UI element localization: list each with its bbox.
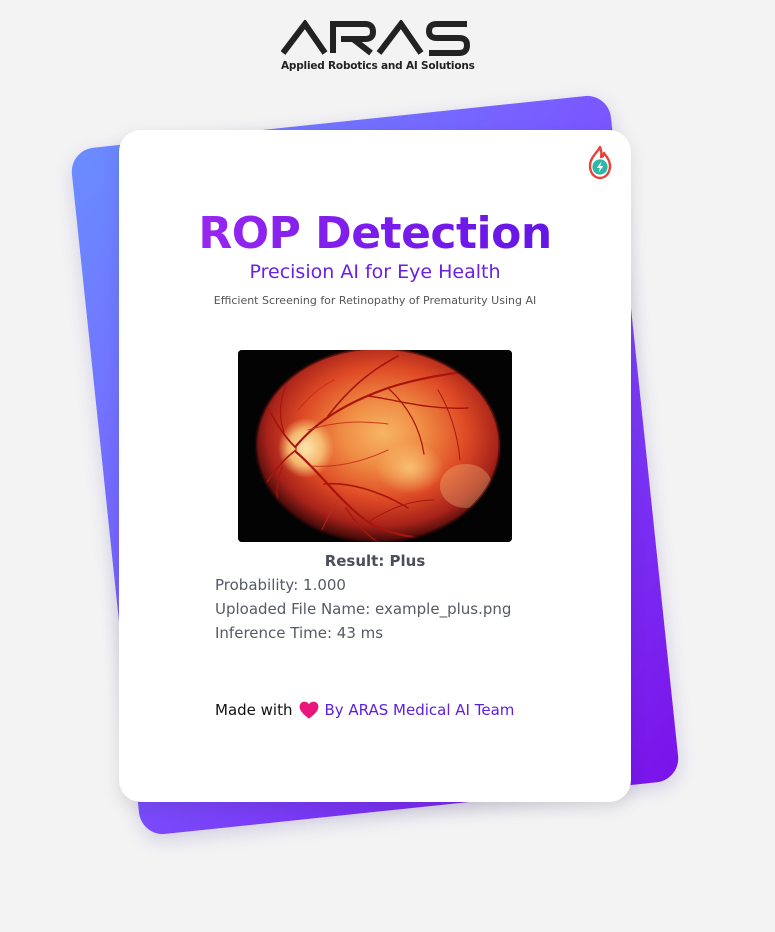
aras-wordmark [281,20,471,56]
made-with-text: Made with [215,701,293,719]
retina-image [238,350,512,542]
page-subtitle: Precision AI for Eye Health [249,261,501,283]
team-credit: By ARAS Medical AI Team [324,701,515,719]
flame-bolt-icon [588,145,612,180]
heart-icon [300,701,319,719]
main-card: ROP Detection Precision AI for Eye Healt… [119,130,631,802]
page-title: ROP Detection [119,206,631,262]
result-heading: Result: Plus [324,552,426,570]
aras-logo: Applied Robotics and AI Solutions [281,20,475,76]
result-file-name: Uploaded File Name: example_plus.png [215,600,512,618]
logo-tagline: Applied Robotics and AI Solutions [281,60,475,72]
result-probability: Probability: 1.000 [215,576,346,594]
result-inference-time: Inference Time: 43 ms [215,624,384,642]
footer-credit: Made with By ARAS Medical AI Team [215,699,514,721]
page-tagline: Efficient Screening for Retinopathy of P… [213,294,537,307]
